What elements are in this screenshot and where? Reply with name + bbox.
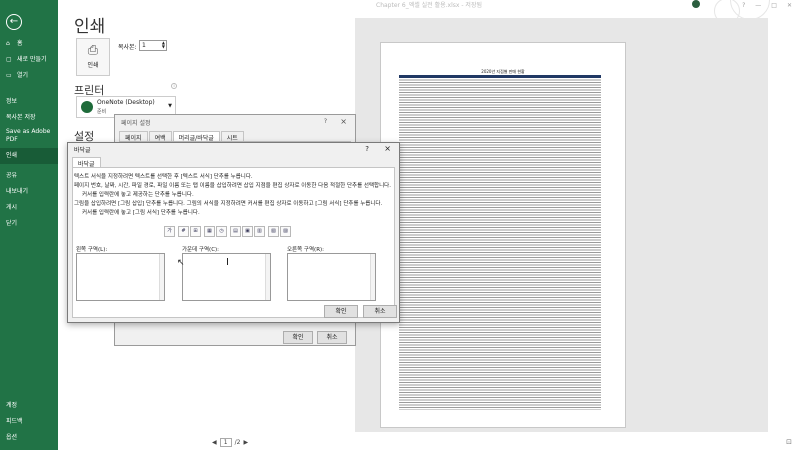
copies-value: 1	[142, 42, 146, 49]
sidebar-item-feedback[interactable]: 피드백	[0, 416, 58, 425]
format-text-icon[interactable]: 가	[164, 226, 175, 237]
instruction-text: 그림을 삽입하려면 [그림 삽입] 단추를 누릅니다. 그림의 서식을 지정하려…	[74, 201, 383, 207]
sidebar-item-save-pdf[interactable]: Save as Adobe PDF	[0, 128, 58, 144]
right-section-label: 오른쪽 구역(R):	[287, 247, 325, 253]
sidebar-item-account[interactable]: 계정	[0, 400, 58, 409]
mouse-cursor-icon: ↖	[177, 258, 185, 268]
printer-icon: ⎙	[87, 43, 99, 58]
insert-sheet-name-icon[interactable]: ▥	[254, 226, 265, 237]
right-section-input[interactable]	[287, 253, 376, 301]
sidebar-item-save-copy[interactable]: 복사본 저장	[0, 112, 58, 121]
sidebar-item-new[interactable]: ▢ 새로 만들기	[0, 54, 58, 63]
sidebar-item-info[interactable]: 정보	[0, 96, 58, 105]
close-icon[interactable]: ×	[384, 144, 391, 153]
center-section-input[interactable]	[182, 253, 271, 301]
sidebar-item-open[interactable]: ▭ 열기	[0, 70, 58, 79]
insert-file-name-icon[interactable]: ▣	[242, 226, 253, 237]
insert-picture-icon[interactable]: ▧	[268, 226, 279, 237]
center-section-label: 가운데 구역(C):	[182, 247, 220, 253]
instruction-text: 페이지 번호, 날짜, 시간, 파일 경로, 파일 이름 또는 탭 이름을 삽입…	[74, 183, 391, 189]
insert-time-icon[interactable]: ◷	[216, 226, 227, 237]
current-page-input[interactable]: 1	[219, 438, 232, 447]
scrollbar[interactable]	[370, 254, 375, 300]
sidebar-item-print[interactable]: 인쇄	[0, 148, 58, 164]
total-pages: /2	[234, 439, 241, 446]
insert-date-icon[interactable]: ▦	[204, 226, 215, 237]
text-caret	[227, 258, 228, 265]
print-button[interactable]: ⎙ 인쇄	[76, 38, 110, 76]
sidebar-item-home[interactable]: ⌂ 홈	[0, 38, 58, 47]
backstage-sidebar: ← ⌂ 홈 ▢ 새로 만들기 ▭ 열기 정보 복사본 저장 Save as Adobe…	[0, 0, 58, 450]
sidebar-item-share[interactable]: 공유	[0, 170, 58, 179]
insert-file-path-icon[interactable]: ▤	[230, 226, 241, 237]
scrollbar[interactable]	[159, 254, 164, 300]
window-controls: ? — □ ✕	[742, 0, 800, 12]
dialog-title: 페이지 설정	[121, 120, 151, 127]
format-picture-icon[interactable]: ▨	[280, 226, 291, 237]
instruction-text: 텍스트 서식을 지정하려면 텍스트를 선택한 후 [텍스트 서식] 단추를 누릅…	[74, 174, 253, 180]
zoom-to-page-icon[interactable]: ⊡	[786, 438, 792, 446]
sidebar-item-label: 열기	[17, 72, 29, 79]
preview-table-rows	[399, 78, 601, 410]
insert-page-number-icon[interactable]: #	[178, 226, 189, 237]
close-icon[interactable]: ×	[340, 117, 347, 126]
insert-page-count-icon[interactable]: ⊞	[190, 226, 201, 237]
help-button[interactable]: ?	[742, 0, 745, 12]
preview-page: 2020년 지점별 판매 현황	[380, 42, 626, 428]
ok-button[interactable]: 확인	[283, 331, 313, 344]
sidebar-item-label: 새로 만들기	[17, 56, 47, 63]
left-section-label: 왼쪽 구역(L):	[76, 247, 108, 253]
instruction-text: 커서를 입력란에 놓고 [그림 서식] 단추를 누릅니다.	[82, 210, 200, 216]
footer-dialog: 바닥글 ? × 바닥글 텍스트 서식을 지정하려면 텍스트를 선택한 후 [텍스…	[67, 142, 400, 323]
home-icon: ⌂	[6, 40, 10, 47]
sidebar-item-label: 홈	[17, 40, 23, 47]
copies-label: 복사본:	[118, 44, 137, 51]
info-icon[interactable]: i	[171, 83, 177, 89]
page-navigator: ◀ 1 /2 ▶	[212, 438, 248, 447]
cancel-button[interactable]: 취소	[363, 305, 397, 318]
window-title: Chapter 6_엑셀 실전 활용.xlsx - 저장됨	[376, 2, 482, 9]
print-button-label: 인쇄	[87, 62, 99, 69]
cancel-button[interactable]: 취소	[317, 331, 347, 344]
left-section-input[interactable]	[76, 253, 165, 301]
ok-button[interactable]: 확인	[324, 305, 358, 318]
onenote-printer-icon	[81, 101, 93, 113]
printer-name: OneNote (Desktop)	[97, 99, 155, 106]
scrollbar[interactable]	[265, 254, 270, 300]
footer-toolbar: 가 # ⊞ ▦ ◷ ▤ ▣ ▥ ▧ ▨	[164, 226, 291, 237]
back-arrow-icon[interactable]: ←	[6, 14, 22, 30]
sidebar-item-publish[interactable]: 게시	[0, 202, 58, 211]
new-document-icon: ▢	[6, 56, 12, 63]
printer-status: 준비	[97, 109, 107, 115]
chevron-down-icon: ▼	[168, 103, 172, 109]
copies-stepper[interactable]: 1 ▲ ▼	[139, 40, 167, 51]
page-title: 인쇄	[74, 17, 106, 37]
sidebar-item-close[interactable]: 닫기	[0, 218, 58, 227]
help-button[interactable]: ?	[324, 118, 327, 125]
sidebar-item-options[interactable]: 옵션	[0, 432, 58, 441]
sidebar-item-export[interactable]: 내보내기	[0, 186, 58, 195]
maximize-button[interactable]: □	[771, 0, 777, 12]
help-button[interactable]: ?	[365, 145, 369, 153]
next-page-icon[interactable]: ▶	[243, 439, 248, 446]
dialog-title: 바닥글	[74, 147, 91, 154]
prev-page-icon[interactable]: ◀	[212, 439, 217, 446]
close-button[interactable]: ✕	[787, 0, 792, 12]
instruction-text: 커서를 입력란에 놓고 제공하는 단추를 누릅니다.	[82, 192, 194, 198]
minimize-button[interactable]: —	[755, 0, 761, 12]
spin-arrows-icon[interactable]: ▲ ▼	[162, 41, 165, 49]
folder-icon: ▭	[6, 72, 12, 79]
avatar[interactable]	[692, 0, 700, 8]
